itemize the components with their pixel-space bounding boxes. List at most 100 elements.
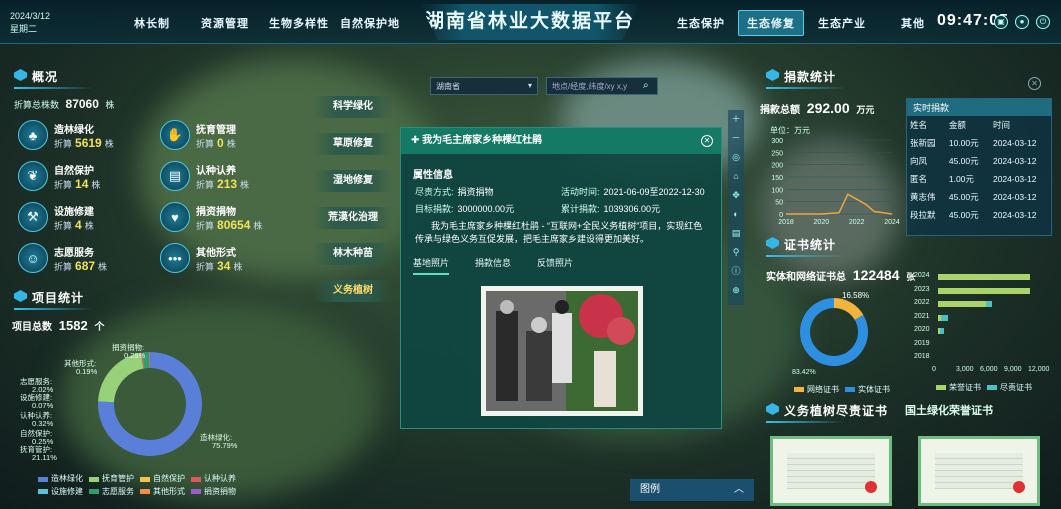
base-photo[interactable] <box>481 286 643 416</box>
field-time: 活动时间: 2021-06-09至2022-12-30 <box>561 185 705 198</box>
bar[interactable] <box>940 328 945 334</box>
search-input[interactable]: 地点/经度,纬度/xy x,y <box>546 77 658 95</box>
close-panel-icon[interactable]: ✕ <box>1028 77 1041 90</box>
stat-volunteer[interactable]: ☺ 志愿服务 折算 687 株 <box>18 243 107 273</box>
y-tick-label: 2018 <box>914 353 930 360</box>
pie-label: 83.42% <box>792 369 816 374</box>
legend-item[interactable]: 抚育管护 <box>89 473 134 485</box>
legend-item[interactable]: 认种认养 <box>191 473 236 485</box>
btn-seedling[interactable]: 林木种苗 <box>313 243 393 265</box>
donut-pct: 0.25% <box>124 351 146 360</box>
btn-wetland[interactable]: 湿地修复 <box>313 170 393 192</box>
modal-title: 我为毛主席家乡种棵红杜鹃 <box>422 135 543 146</box>
x-tick-label: 9,000 <box>1004 366 1022 373</box>
cert-pie-legend: 网络证书 实体证书 <box>794 384 896 395</box>
nav-item-lin-zhang[interactable]: 林长制 <box>134 15 170 31</box>
search-icon[interactable]: ⌕ <box>643 80 649 91</box>
power-icon[interactable]: ⏻ <box>1036 15 1050 29</box>
pie-label: 16.58% <box>842 291 869 300</box>
legend-item[interactable]: 其他形式 <box>140 486 185 498</box>
zoom-tools[interactable]: ＋－ ◎ ⌂ ✥ ◐ ▤ ⚲ ⓘ ⊕ <box>728 110 744 300</box>
bar[interactable] <box>938 287 1030 294</box>
legend-item[interactable]: 实体证书 <box>845 384 890 395</box>
donut-pct: 0.07% <box>32 401 54 410</box>
nav-item-eco-protect[interactable]: 生态保护 <box>677 15 725 31</box>
legend-item[interactable]: 捐资捐物 <box>191 486 236 498</box>
cert-total: 实体和网络证书总 122484 张 <box>766 267 915 283</box>
total-label: 折算总株数 <box>14 100 60 110</box>
cert-title: 证书统计 <box>766 236 847 257</box>
legend-button[interactable]: 图例 ︿ <box>630 479 754 501</box>
tab-base-photos[interactable]: 基地照片 <box>413 256 450 275</box>
field-value: 3000000.00元 <box>457 204 515 214</box>
legend-item[interactable]: 志愿服务 <box>89 486 134 498</box>
y-tick-label: 2019 <box>914 339 930 347</box>
field-target: 目标捐款: 3000000.00元 <box>415 202 514 215</box>
heart-hand-icon: ♥ <box>160 202 190 232</box>
donation-title: 捐款统计 <box>766 68 847 89</box>
project-legend: 造林绿化 抚育管护 自然保护 认种认养设施修建 志愿服务 其他形式 捐资捐物 <box>38 473 268 498</box>
btn-desert[interactable]: 荒漠化治理 <box>313 207 393 229</box>
field-accumulated: 累计捐款: 1039306.00元 <box>561 202 660 215</box>
chevron-up-icon: ︿ <box>734 484 744 495</box>
legend-item[interactable]: 造林绿化 <box>38 473 83 485</box>
table-cell: 向凤 <box>910 156 928 166</box>
donation-total: 捐款总额 292.00 万元 <box>760 100 874 116</box>
nav-item-other[interactable]: 其他 <box>901 15 925 31</box>
btn-tree-planting[interactable]: 义务植树 <box>313 280 393 302</box>
tab-feedback-photos[interactable]: 反馈照片 <box>537 256 573 275</box>
overview-total: 折算总株数 87060 株 <box>14 97 114 111</box>
nav-item-eco-industry[interactable]: 生态产业 <box>818 15 866 31</box>
stat-facility[interactable]: ⚒ 设施修建 折算 4 株 <box>18 202 94 232</box>
table-cell: 10.00元 <box>948 138 979 148</box>
table-cell: 2024-03-12 <box>992 174 1037 184</box>
stat-unit: 株 <box>104 138 114 149</box>
legend-item[interactable]: 尽责证书 <box>987 382 1032 393</box>
btn-grassland[interactable]: 草原修复 <box>313 133 393 155</box>
stat-afforestation[interactable]: ♣ 造林绿化 折算 5619 株 <box>18 120 114 150</box>
table-cell: 45.00元 <box>948 156 979 166</box>
stat-value: 80654 <box>217 217 251 232</box>
tools-icon: ⚒ <box>18 202 48 232</box>
donut-slice[interactable] <box>98 352 144 403</box>
stat-unit: 株 <box>226 138 236 149</box>
stat-value: 34 <box>217 258 231 273</box>
stat-nature-protect[interactable]: ❦ 自然保护 折算 14 株 <box>18 161 100 191</box>
tab-donation-info[interactable]: 捐款信息 <box>475 256 511 275</box>
screen-icon[interactable]: ▣ <box>994 15 1008 29</box>
region-select[interactable]: 湖南省 ▾ <box>430 77 538 95</box>
stat-adopt[interactable]: ▤ 认种认养 折算 213 株 <box>160 161 249 191</box>
y-tick-label: 2021 <box>914 312 930 320</box>
bar-legend: 荣誉证书 尽责证书 <box>936 382 1038 393</box>
legend-item[interactable]: 自然保护 <box>140 473 185 485</box>
field-label: 尽责方式: <box>415 187 454 197</box>
legend-item[interactable]: 荣誉证书 <box>936 382 981 393</box>
legend-item[interactable]: 设施修建 <box>38 486 83 498</box>
bar[interactable] <box>941 314 948 321</box>
stat-donation[interactable]: ♥ 捐资捐物 折算 80654 株 <box>160 202 262 232</box>
seal-icon <box>1013 481 1025 493</box>
nav-item-resource[interactable]: 资源管理 <box>201 15 249 31</box>
field-value: 捐资捐物 <box>457 187 494 197</box>
cert-pie-chart: 16.58% 83.42% <box>792 291 869 374</box>
bar[interactable] <box>938 274 1030 280</box>
stat-value: 4 <box>75 217 82 232</box>
modal-section-title: 属性信息 <box>413 170 453 181</box>
nav-item-biodiversity[interactable]: 生物多样性 <box>269 15 329 31</box>
pie-slice[interactable] <box>834 298 864 320</box>
duty-certificate[interactable] <box>770 436 892 506</box>
stat-other[interactable]: ••• 其他形式 折算 34 株 <box>160 243 242 273</box>
bar[interactable] <box>986 301 993 307</box>
honor-certificate[interactable] <box>918 436 1040 506</box>
user-icon[interactable]: ● <box>1015 15 1029 29</box>
btn-science-greening[interactable]: 科学绿化 <box>313 96 393 118</box>
nav-item-reserve[interactable]: 自然保护地 <box>340 15 400 31</box>
x-tick-label: 2020 <box>814 219 830 226</box>
legend-item[interactable]: 网络证书 <box>794 384 839 395</box>
hand-icon: ✋ <box>160 120 190 150</box>
stat-tending[interactable]: ✋ 抚育管理 折算 0 株 <box>160 120 236 150</box>
stat-name: 设施修建 <box>54 206 94 218</box>
bar[interactable] <box>938 301 986 307</box>
nav-item-eco-restore[interactable]: 生态修复 <box>738 10 804 36</box>
close-icon[interactable]: ✕ <box>701 135 713 147</box>
